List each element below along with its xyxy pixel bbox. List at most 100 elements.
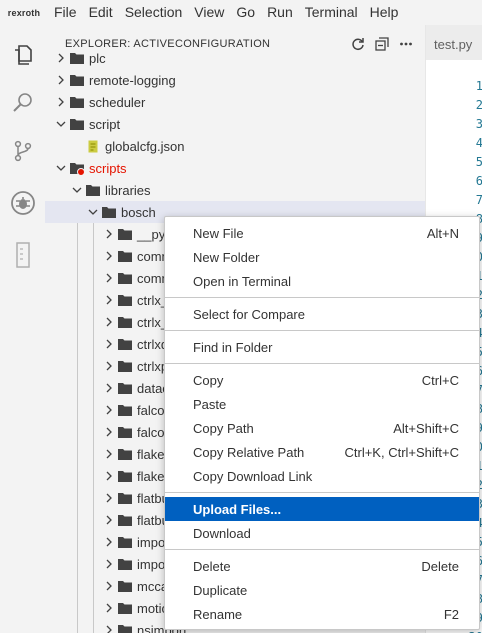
folder-icon: [117, 578, 133, 594]
indent-guide: [77, 267, 78, 289]
folder-icon: [117, 556, 133, 572]
tree-item[interactable]: remote-logging: [45, 69, 425, 91]
line-number: 7: [475, 193, 482, 207]
menu-item-paste[interactable]: Paste: [165, 392, 479, 416]
menu-help[interactable]: Help: [364, 0, 405, 25]
tree-item-label: scheduler: [89, 94, 146, 110]
chevron-right-icon: [101, 556, 117, 572]
menu-item-new-folder[interactable]: New Folder: [165, 245, 479, 269]
tree-item[interactable]: plc: [45, 47, 425, 69]
menu-item-shortcut: Ctrl+C: [421, 372, 459, 388]
menu-item-copy[interactable]: Copy Ctrl+C: [165, 368, 479, 392]
menu-item-upload-files[interactable]: Upload Files...: [165, 497, 479, 521]
line-number: 5: [475, 155, 482, 169]
tree-item-label: libraries: [105, 182, 151, 198]
menu-run[interactable]: Run: [261, 0, 299, 25]
menu-item-copy-relative-path[interactable]: Copy Relative Path Ctrl+K, Ctrl+Shift+C: [165, 440, 479, 464]
menu-selection[interactable]: Selection: [119, 0, 189, 25]
chevron-right-icon: [101, 578, 117, 594]
menu-item-label: Paste: [193, 396, 227, 412]
menu-item-delete[interactable]: Delete Delete: [165, 554, 479, 578]
folder-icon: [101, 204, 117, 220]
indent-guide: [93, 509, 94, 531]
menu-item-select-for-compare[interactable]: Select for Compare: [165, 302, 479, 326]
extensions-icon[interactable]: [0, 231, 45, 279]
indent-guide: [93, 619, 94, 633]
indent-guide: [77, 333, 78, 355]
tree-item[interactable]: scheduler: [45, 91, 425, 113]
folder-icon: [69, 72, 85, 88]
folder-icon: [117, 622, 133, 633]
tree-item[interactable]: script: [45, 113, 425, 135]
menu-item-copy-path[interactable]: Copy Path Alt+Shift+C: [165, 416, 479, 440]
tree-item-label: scripts: [89, 160, 127, 176]
chevron-right-icon: [101, 358, 117, 374]
indent-guide: [77, 289, 78, 311]
folder-icon: [117, 292, 133, 308]
menu-edit[interactable]: Edit: [83, 0, 119, 25]
indent-guide: [77, 443, 78, 465]
indent-guide: [93, 333, 94, 355]
indent-guide: [77, 465, 78, 487]
indent-guide: [77, 531, 78, 553]
indent-guide: [93, 355, 94, 377]
menu-item-find-in-folder[interactable]: Find in Folder: [165, 335, 479, 359]
menu-item-download[interactable]: Download: [165, 521, 479, 545]
indent-guide: [77, 575, 78, 597]
chevron-right-icon: [101, 534, 117, 550]
menu-item-rename[interactable]: Rename F2: [165, 602, 479, 626]
chevron-down-icon: [53, 116, 69, 132]
folder-icon: [69, 94, 85, 110]
menu-bar: rexroth File Edit Selection View Go Run Termin…: [0, 0, 482, 25]
run-debug-icon[interactable]: [0, 179, 45, 227]
menu-go[interactable]: Go: [230, 0, 261, 25]
folder-icon: [117, 424, 133, 440]
tree-item[interactable]: scripts: [45, 157, 425, 179]
folder-icon: [117, 248, 133, 264]
menu-file[interactable]: File: [48, 0, 83, 25]
tree-item[interactable]: libraries: [45, 179, 425, 201]
line-number: 4: [475, 136, 482, 150]
menu-separator: [165, 297, 479, 298]
chevron-right-icon: [101, 424, 117, 440]
editor-tab[interactable]: test.py: [426, 25, 482, 60]
folder-icon: [117, 600, 133, 616]
indent-guide: [77, 377, 78, 399]
tree-item-label: bosch: [121, 204, 156, 220]
indent-guide: [77, 597, 78, 619]
indent-guide: [77, 223, 78, 245]
indent-guide: [93, 311, 94, 333]
indent-guide: [77, 553, 78, 575]
chevron-right-icon: [101, 226, 117, 242]
menu-separator: [165, 549, 479, 550]
menu-separator: [165, 492, 479, 493]
tree-item-label: plc: [89, 50, 106, 66]
line-number: 3: [475, 117, 482, 131]
chevron-right-icon: [101, 468, 117, 484]
search-icon[interactable]: [0, 79, 45, 127]
indent-guide: [77, 509, 78, 531]
indent-guide: [77, 245, 78, 267]
tree-item[interactable]: globalcfg.json: [45, 135, 425, 157]
menu-item-label: Copy: [193, 372, 224, 388]
menu-view[interactable]: View: [188, 0, 230, 25]
menu-item-open-in-terminal[interactable]: Open in Terminal: [165, 269, 479, 293]
menu-item-duplicate[interactable]: Duplicate: [165, 578, 479, 602]
chevron-right-icon: [101, 402, 117, 418]
menu-item-copy-download-link[interactable]: Copy Download Link: [165, 464, 479, 488]
line-number: 1: [475, 79, 482, 93]
source-control-icon[interactable]: [0, 127, 45, 175]
folder-icon: [117, 336, 133, 352]
menu-item-new-file[interactable]: New File Alt+N: [165, 221, 479, 245]
menu-terminal[interactable]: Terminal: [299, 0, 364, 25]
indent-guide: [93, 289, 94, 311]
menu-item-label: Copy Relative Path: [193, 444, 305, 460]
chevron-right-icon: [101, 248, 117, 264]
menu-item-label: Copy Path: [193, 420, 254, 436]
chevron-right-icon: [101, 270, 117, 286]
folder-icon: [69, 50, 85, 66]
json-file-icon: [85, 138, 101, 154]
chevron-down-icon: [69, 182, 85, 198]
explorer-icon[interactable]: [0, 31, 45, 79]
indent-guide: [93, 553, 94, 575]
